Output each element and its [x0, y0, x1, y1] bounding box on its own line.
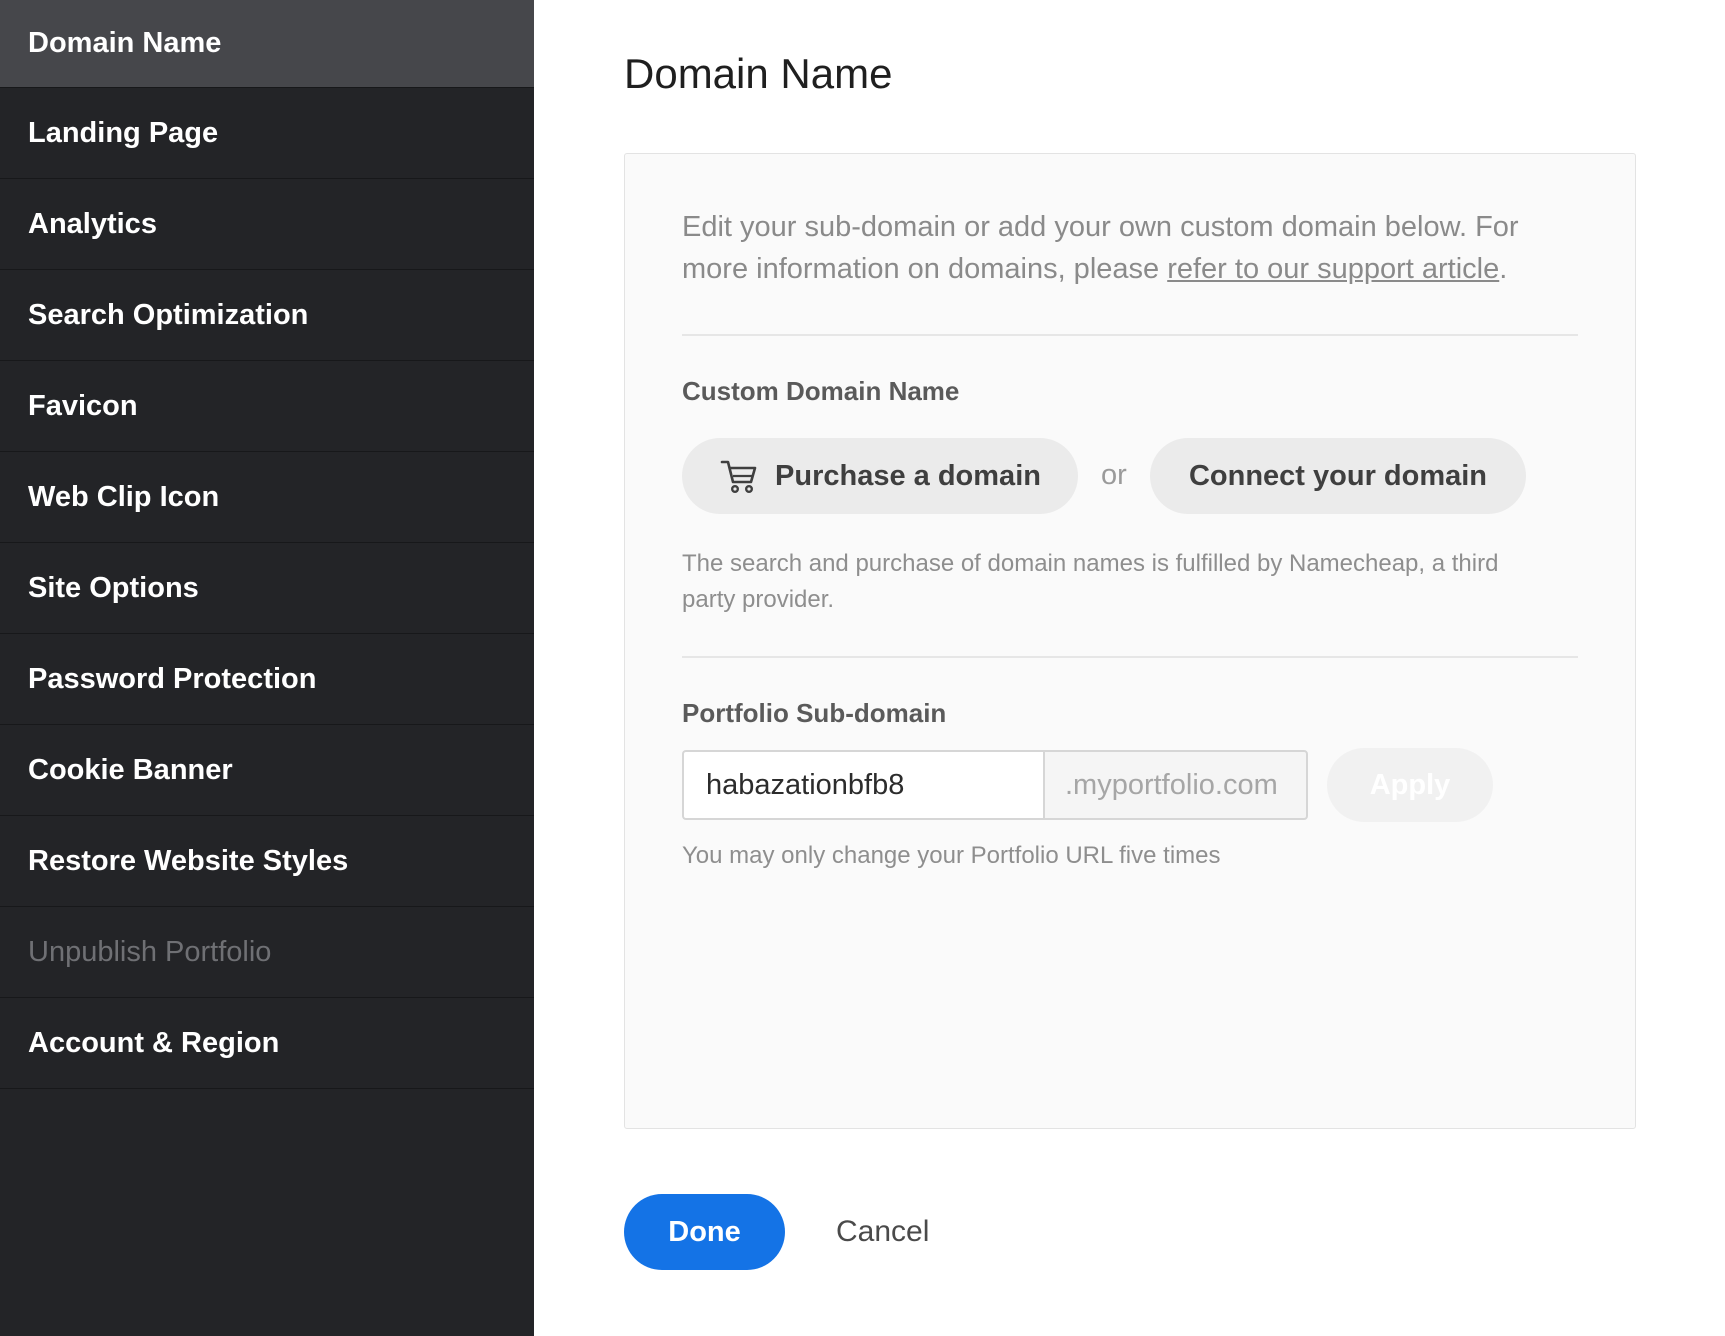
subdomain-label: Portfolio Sub-domain	[682, 698, 947, 728]
sidebar-item-domain-name[interactable]: Domain Name	[0, 0, 534, 88]
custom-domain-label: Custom Domain Name	[682, 376, 960, 406]
sidebar-item-cookie-banner[interactable]: Cookie Banner	[0, 725, 534, 816]
purchase-domain-button[interactable]: Purchase a domain	[682, 438, 1078, 514]
subdomain-input[interactable]	[682, 750, 1043, 820]
support-article-link[interactable]: refer to our support article	[1167, 253, 1499, 285]
sidebar-item-landing-page[interactable]: Landing Page	[0, 88, 534, 179]
settings-window: Domain Name Landing Page Analytics Searc…	[0, 0, 1725, 1336]
settings-sidebar: Domain Name Landing Page Analytics Searc…	[0, 0, 534, 1336]
connect-domain-button[interactable]: Connect your domain	[1150, 438, 1526, 514]
intro-text: Edit your sub-domain or add your own cus…	[682, 206, 1562, 290]
section-divider	[682, 334, 1578, 336]
sidebar-item-password-protection[interactable]: Password Protection	[0, 634, 534, 725]
section-divider	[682, 656, 1578, 658]
subdomain-note: You may only change your Portfolio URL f…	[682, 842, 1221, 869]
subdomain-suffix: .myportfolio.com	[1043, 750, 1308, 820]
page-title: Domain Name	[624, 50, 893, 97]
sidebar-item-unpublish-portfolio: Unpublish Portfolio	[0, 907, 534, 998]
sidebar-item-search-optimization[interactable]: Search Optimization	[0, 270, 534, 361]
apply-button[interactable]: Apply	[1327, 748, 1493, 822]
cancel-button[interactable]: Cancel	[824, 1194, 941, 1270]
intro-text-end: .	[1499, 253, 1508, 285]
purchase-domain-label: Purchase a domain	[775, 459, 1041, 492]
sidebar-item-account-region[interactable]: Account & Region	[0, 998, 534, 1089]
sidebar-item-restore-website-styles[interactable]: Restore Website Styles	[0, 816, 534, 907]
sidebar-item-site-options[interactable]: Site Options	[0, 543, 534, 634]
main-content: Domain Name Edit your sub-domain or add …	[534, 0, 1725, 1336]
or-separator: or	[1101, 459, 1127, 491]
done-button[interactable]: Done	[624, 1194, 785, 1270]
sidebar-item-analytics[interactable]: Analytics	[0, 179, 534, 270]
domain-settings-panel: Edit your sub-domain or add your own cus…	[624, 153, 1636, 1129]
sidebar-item-favicon[interactable]: Favicon	[0, 361, 534, 452]
cart-icon	[720, 460, 757, 494]
namecheap-note: The search and purchase of domain names …	[682, 550, 1499, 613]
sidebar-item-web-clip-icon[interactable]: Web Clip Icon	[0, 452, 534, 543]
